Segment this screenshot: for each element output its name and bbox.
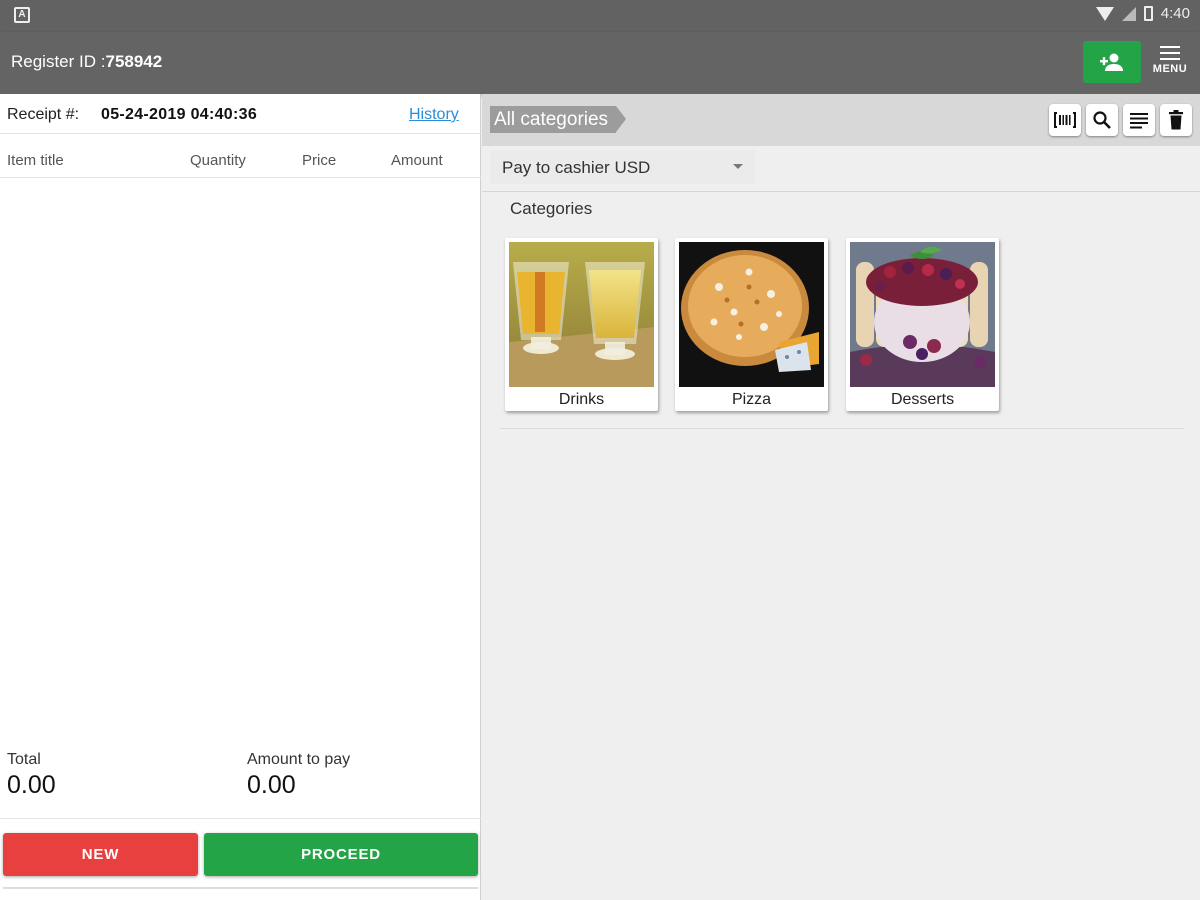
- totals-divider: [0, 818, 481, 819]
- column-amount: Amount: [391, 152, 443, 169]
- payment-method-select[interactable]: Pay to cashier USD: [490, 150, 755, 184]
- menu-label: MENU: [1152, 63, 1188, 75]
- column-price: Price: [302, 152, 337, 169]
- new-button[interactable]: NEW: [3, 833, 198, 876]
- add-person-icon: [1100, 53, 1123, 71]
- app-bar: Register ID :758942 MENU: [0, 32, 1200, 94]
- category-card-drinks[interactable]: Drinks: [505, 238, 658, 411]
- column-quantity: Quantity: [190, 152, 246, 169]
- notification-app-icon: A: [14, 7, 30, 23]
- add-customer-button[interactable]: [1083, 41, 1141, 83]
- desserts-photo: [850, 242, 995, 387]
- total-label: Total: [7, 751, 41, 768]
- history-link[interactable]: History: [409, 106, 459, 124]
- delete-button[interactable]: [1160, 104, 1192, 136]
- amount-to-pay-label: Amount to pay: [247, 751, 351, 768]
- receipt-number: 05-24-2019 04:40:36: [101, 106, 258, 123]
- search-button[interactable]: [1086, 104, 1118, 136]
- category-label: Drinks: [558, 391, 605, 408]
- category-card-pizza[interactable]: Pizza: [675, 238, 828, 411]
- breadcrumb-all-categories[interactable]: All categories: [490, 106, 627, 133]
- battery-icon: [1143, 6, 1153, 21]
- list-icon: [1130, 113, 1148, 129]
- clock: 4:40: [1160, 5, 1190, 22]
- header-divider: [0, 177, 481, 178]
- category-label: Desserts: [890, 391, 955, 408]
- search-icon: [1093, 111, 1111, 129]
- hamburger-icon: [1160, 46, 1180, 60]
- menu-button[interactable]: MENU: [1148, 46, 1192, 82]
- pizza-photo: [679, 242, 824, 387]
- wifi-icon: [1095, 6, 1114, 21]
- category-toolbar: All categories: [482, 94, 1200, 146]
- receipt-panel: Receipt #: 05-24-2019 04:40:36 History I…: [0, 94, 481, 900]
- column-item-title: Item title: [7, 152, 64, 169]
- status-icons: 4:40: [1095, 5, 1190, 22]
- amount-to-pay-value: 0.00: [247, 771, 296, 799]
- signal-icon: [1121, 6, 1136, 21]
- status-bar: A 4:40: [0, 0, 1200, 32]
- total-value: 0.00: [7, 771, 56, 799]
- register-label: Register ID :: [11, 52, 106, 71]
- receipt-header: Receipt #: 05-24-2019 04:40:36 History: [0, 94, 481, 134]
- drinks-photo: [509, 242, 654, 387]
- chevron-down-icon: [733, 164, 743, 169]
- category-label: Pizza: [731, 391, 772, 408]
- category-card-desserts[interactable]: Desserts: [846, 238, 999, 411]
- register-value: 758942: [105, 52, 163, 71]
- receipt-label: Receipt #:: [7, 106, 80, 123]
- categories-divider: [500, 428, 1184, 429]
- barcode-button[interactable]: [1049, 104, 1081, 136]
- payment-method-value: Pay to cashier USD: [502, 158, 651, 177]
- register-id: Register ID :758942: [11, 52, 162, 72]
- categories-heading: Categories: [510, 199, 593, 218]
- barcode-icon: [1054, 112, 1076, 128]
- payment-divider: [482, 191, 1200, 192]
- bottom-divider: [3, 887, 478, 889]
- trash-icon: [1169, 110, 1183, 130]
- list-view-button[interactable]: [1123, 104, 1155, 136]
- proceed-button[interactable]: PROCEED: [204, 833, 478, 876]
